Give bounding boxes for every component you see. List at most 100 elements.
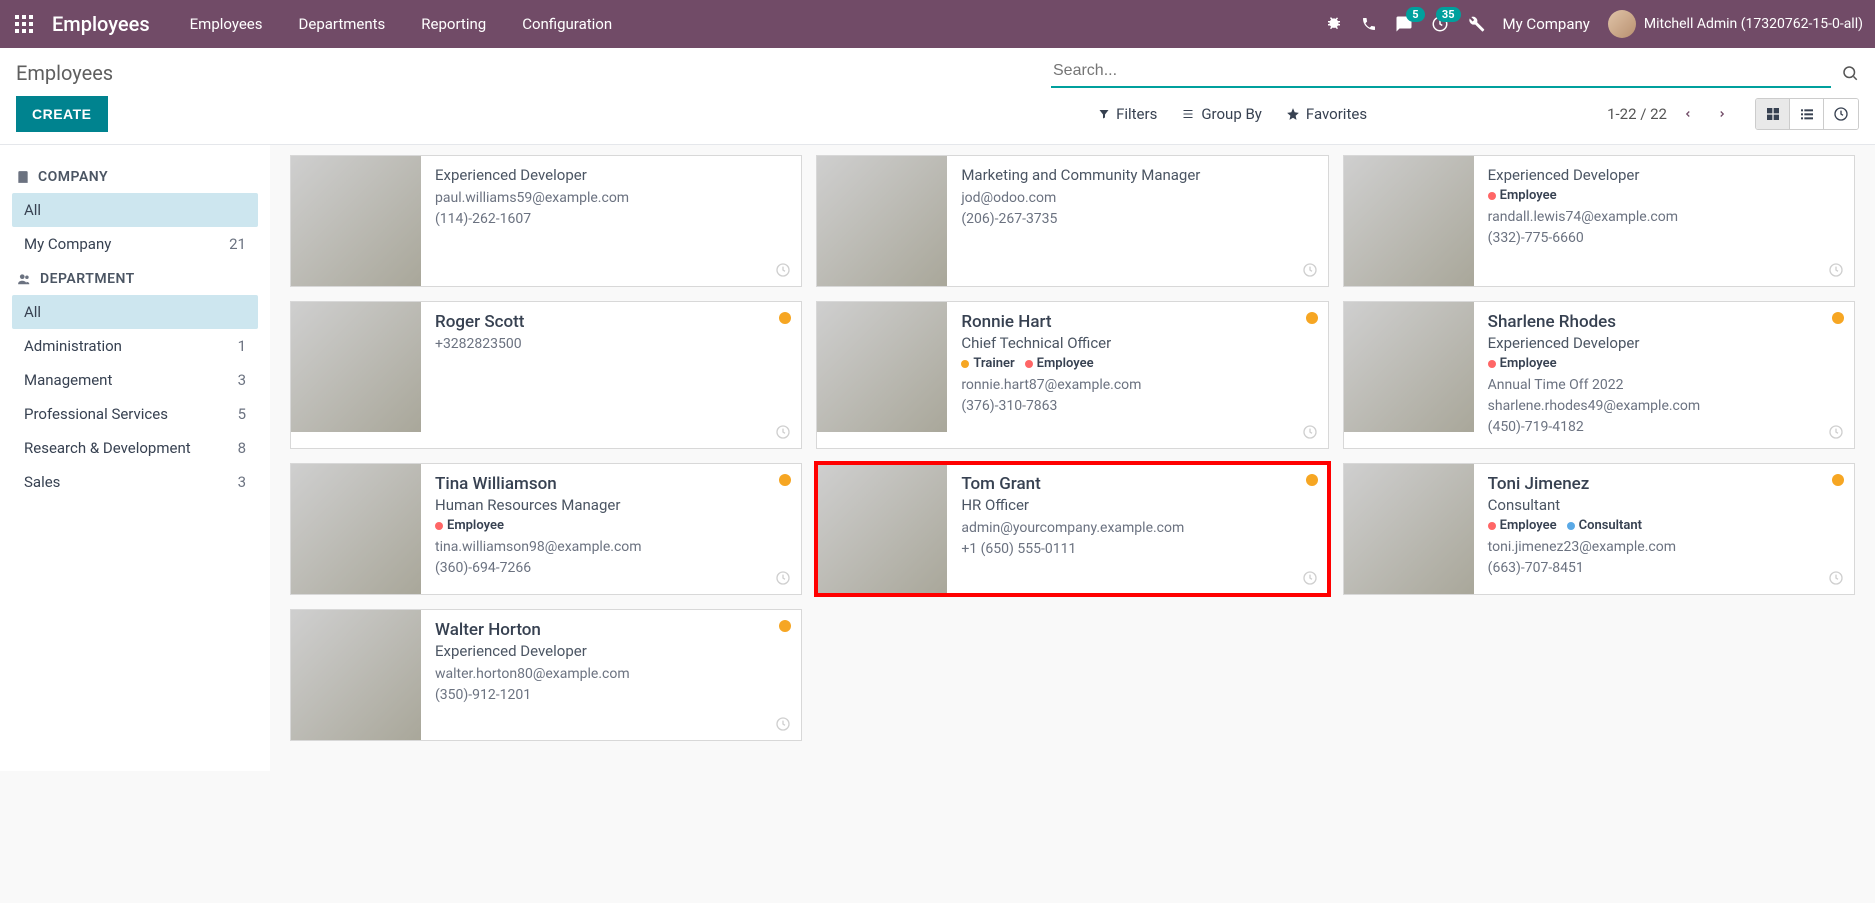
employee-phone: +1 (650) 555-0111 [961,539,1313,560]
bug-icon[interactable] [1325,15,1343,33]
employee-email: admin@yourcompany.example.com [961,518,1313,539]
employee-photo [817,156,947,286]
sidebar-item-label: Management [24,371,112,389]
employee-email: walter.horton80@example.com [435,664,787,685]
activity-icon[interactable]: 35 [1431,15,1449,33]
employee-card[interactable]: Marketing and Community Managerjod@odoo.… [816,155,1328,287]
employee-tags: EmployeeConsultant [1488,518,1840,533]
status-dot-icon [1306,312,1318,324]
list-view-button[interactable] [1790,99,1824,129]
employee-card[interactable]: Tom GrantHR Officeradmin@yourcompany.exa… [816,463,1328,595]
search-icon[interactable] [1841,64,1859,82]
users-icon [16,272,32,286]
pager-prev[interactable] [1675,103,1701,125]
list-view-icon [1799,106,1815,122]
activity-view-button[interactable] [1824,99,1858,129]
sidebar-item[interactable]: Administration1 [12,329,258,363]
employee-email: paul.williams59@example.com [435,188,787,209]
employee-email: randall.lewis74@example.com [1488,207,1840,228]
tools-icon[interactable] [1467,15,1485,33]
employee-phone: (376)-310-7863 [961,396,1313,417]
employee-role: Consultant [1488,496,1840,514]
employee-photo [817,464,947,594]
sidebar: COMPANY AllMy Company21 DEPARTMENT AllAd… [0,145,270,771]
pager: 1-22 / 22 [1607,103,1735,125]
tag-dot-icon [1488,360,1496,368]
employee-name: Ronnie Hart [961,312,1313,332]
menu-reporting[interactable]: Reporting [421,15,486,33]
employee-phone: (206)-267-3735 [961,209,1313,230]
sidebar-item[interactable]: Professional Services5 [12,397,258,431]
star-icon [1286,107,1300,121]
menu-configuration[interactable]: Configuration [522,15,612,33]
employee-card[interactable]: Sharlene RhodesExperienced DeveloperEmpl… [1343,301,1855,449]
company-switcher[interactable]: My Company [1503,15,1590,33]
clock-icon [775,716,791,732]
kanban-view-button[interactable] [1756,99,1790,129]
sidebar-section-department: DEPARTMENT [16,271,254,287]
employee-email: sharlene.rhodes49@example.com [1488,396,1840,417]
user-avatar-icon [1608,10,1636,38]
status-dot-icon [1832,312,1844,324]
employee-card[interactable]: Experienced Developerpaul.williams59@exa… [290,155,802,287]
clock-icon [1828,424,1844,440]
status-dot-icon [779,474,791,486]
tag-dot-icon [1488,522,1496,530]
user-menu[interactable]: Mitchell Admin (17320762-15-0-all) [1608,10,1863,38]
employee-card[interactable]: Experienced DeveloperEmployeerandall.lew… [1343,155,1855,287]
status-dot-icon [779,312,791,324]
employee-tags: Employee [435,518,787,533]
list-icon [1181,108,1195,120]
employee-card-body: Tina Williamson Human Resources Manager Em… [421,464,801,594]
sidebar-item-label: All [24,201,41,219]
breadcrumb-bar: Employees [0,48,1875,88]
sidebar-item[interactable]: Research & Development8 [12,431,258,465]
status-dot-icon [779,620,791,632]
employee-name: Tina Williamson [435,474,787,494]
main: COMPANY AllMy Company21 DEPARTMENT AllAd… [0,145,1875,771]
filters-button[interactable]: Filters [1098,105,1157,123]
employee-email: tina.williamson98@example.com [435,537,787,558]
create-button[interactable]: CREATE [16,96,108,132]
sidebar-item[interactable]: Sales3 [12,465,258,499]
apps-grid-icon[interactable] [12,12,36,36]
tag-dot-icon [435,522,443,530]
employee-card[interactable]: Roger Scott+3282823500 [290,301,802,449]
employee-role: Chief Technical Officer [961,334,1313,352]
pager-next[interactable] [1709,103,1735,125]
employee-card[interactable]: Tina Williamson Human Resources Manager Em… [290,463,802,595]
sidebar-section-company: COMPANY [16,169,254,185]
employee-phone: (663)-707-8451 [1488,558,1840,579]
clock-icon [1828,570,1844,586]
menu-departments[interactable]: Departments [299,15,386,33]
groupby-button[interactable]: Group By [1181,105,1262,123]
sidebar-item[interactable]: My Company21 [12,227,258,261]
favorites-button[interactable]: Favorites [1286,105,1367,123]
sidebar-item-label: Administration [24,337,122,355]
phone-icon[interactable] [1361,16,1377,32]
sidebar-item-label: My Company [24,235,111,253]
kanban-icon [1765,106,1781,122]
employee-card-body: Experienced DeveloperEmployeerandall.lew… [1474,156,1854,286]
sidebar-item[interactable]: All [12,295,258,329]
tag: Trainer [961,356,1014,371]
employee-card-body: Marketing and Community Managerjod@odoo.… [947,156,1327,286]
employee-card[interactable]: Walter HortonExperienced Developerwalter… [290,609,802,741]
employee-phone: (450)-719-4182 [1488,417,1840,438]
messages-icon[interactable]: 5 [1395,15,1413,33]
tag: Employee [1488,518,1557,533]
search-input[interactable] [1051,58,1831,84]
employee-role: Human Resources Manager [435,496,787,514]
employee-photo [1344,464,1474,594]
status-dot-icon [1832,474,1844,486]
clock-icon [775,262,791,278]
sidebar-item[interactable]: All [12,193,258,227]
clock-icon [775,424,791,440]
employee-card-body: Roger Scott+3282823500 [421,302,801,448]
employee-photo [291,156,421,286]
employee-card[interactable]: Ronnie Hart Chief Technical Officer Traine… [816,301,1328,449]
employee-card[interactable]: Toni JimenezConsultantEmployeeConsultant… [1343,463,1855,595]
sidebar-item[interactable]: Management3 [12,363,258,397]
clock-icon [1302,570,1318,586]
menu-employees[interactable]: Employees [190,15,263,33]
